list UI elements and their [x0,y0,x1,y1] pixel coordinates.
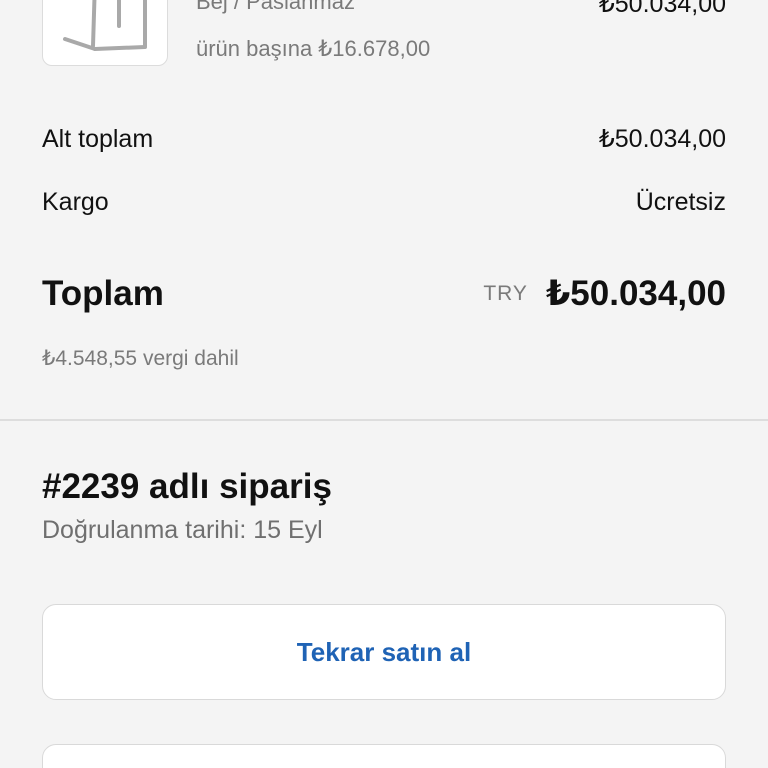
total-currency: TRY [483,282,528,305]
subtotal-value: ₺50.034,00 [598,125,726,153]
order-title: #2239 adlı sipariş [42,467,332,506]
product-line-total: ₺50.034,00 [598,0,726,18]
subtotal-label: Alt toplam [42,125,154,153]
product-thumbnail [42,0,168,66]
buy-again-label: Tekrar satın al [296,636,472,667]
product-unit-price: ürün başına ₺16.678,00 [196,36,431,61]
shipping-row: Kargo Ücretsiz [42,185,726,219]
product-variant: Bej / Paslanmaz [196,0,355,14]
metal-frame-product-image [63,0,147,51]
total-label: Toplam [42,274,164,313]
tax-note: ₺4.548,55 vergi dahil [42,347,239,370]
section-divider [0,419,768,421]
next-card [42,744,726,768]
order-status-page: Bej / Paslanmaz ürün başına ₺16.678,00 ₺… [0,0,768,768]
total-amount: ₺50.034,00 [545,274,726,313]
subtotal-row: Alt toplam ₺50.034,00 [42,122,726,156]
order-confirmed-date: Doğrulanma tarihi: 15 Eyl [42,516,323,544]
total-price: TRY ₺50.034,00 [483,272,726,316]
total-row: Toplam TRY ₺50.034,00 [42,272,726,316]
shipping-label: Kargo [42,188,109,216]
shipping-value: Ücretsiz [635,188,726,216]
buy-again-button[interactable]: Tekrar satın al [42,604,726,700]
order-line-item: Bej / Paslanmaz ürün başına ₺16.678,00 ₺… [42,0,726,66]
